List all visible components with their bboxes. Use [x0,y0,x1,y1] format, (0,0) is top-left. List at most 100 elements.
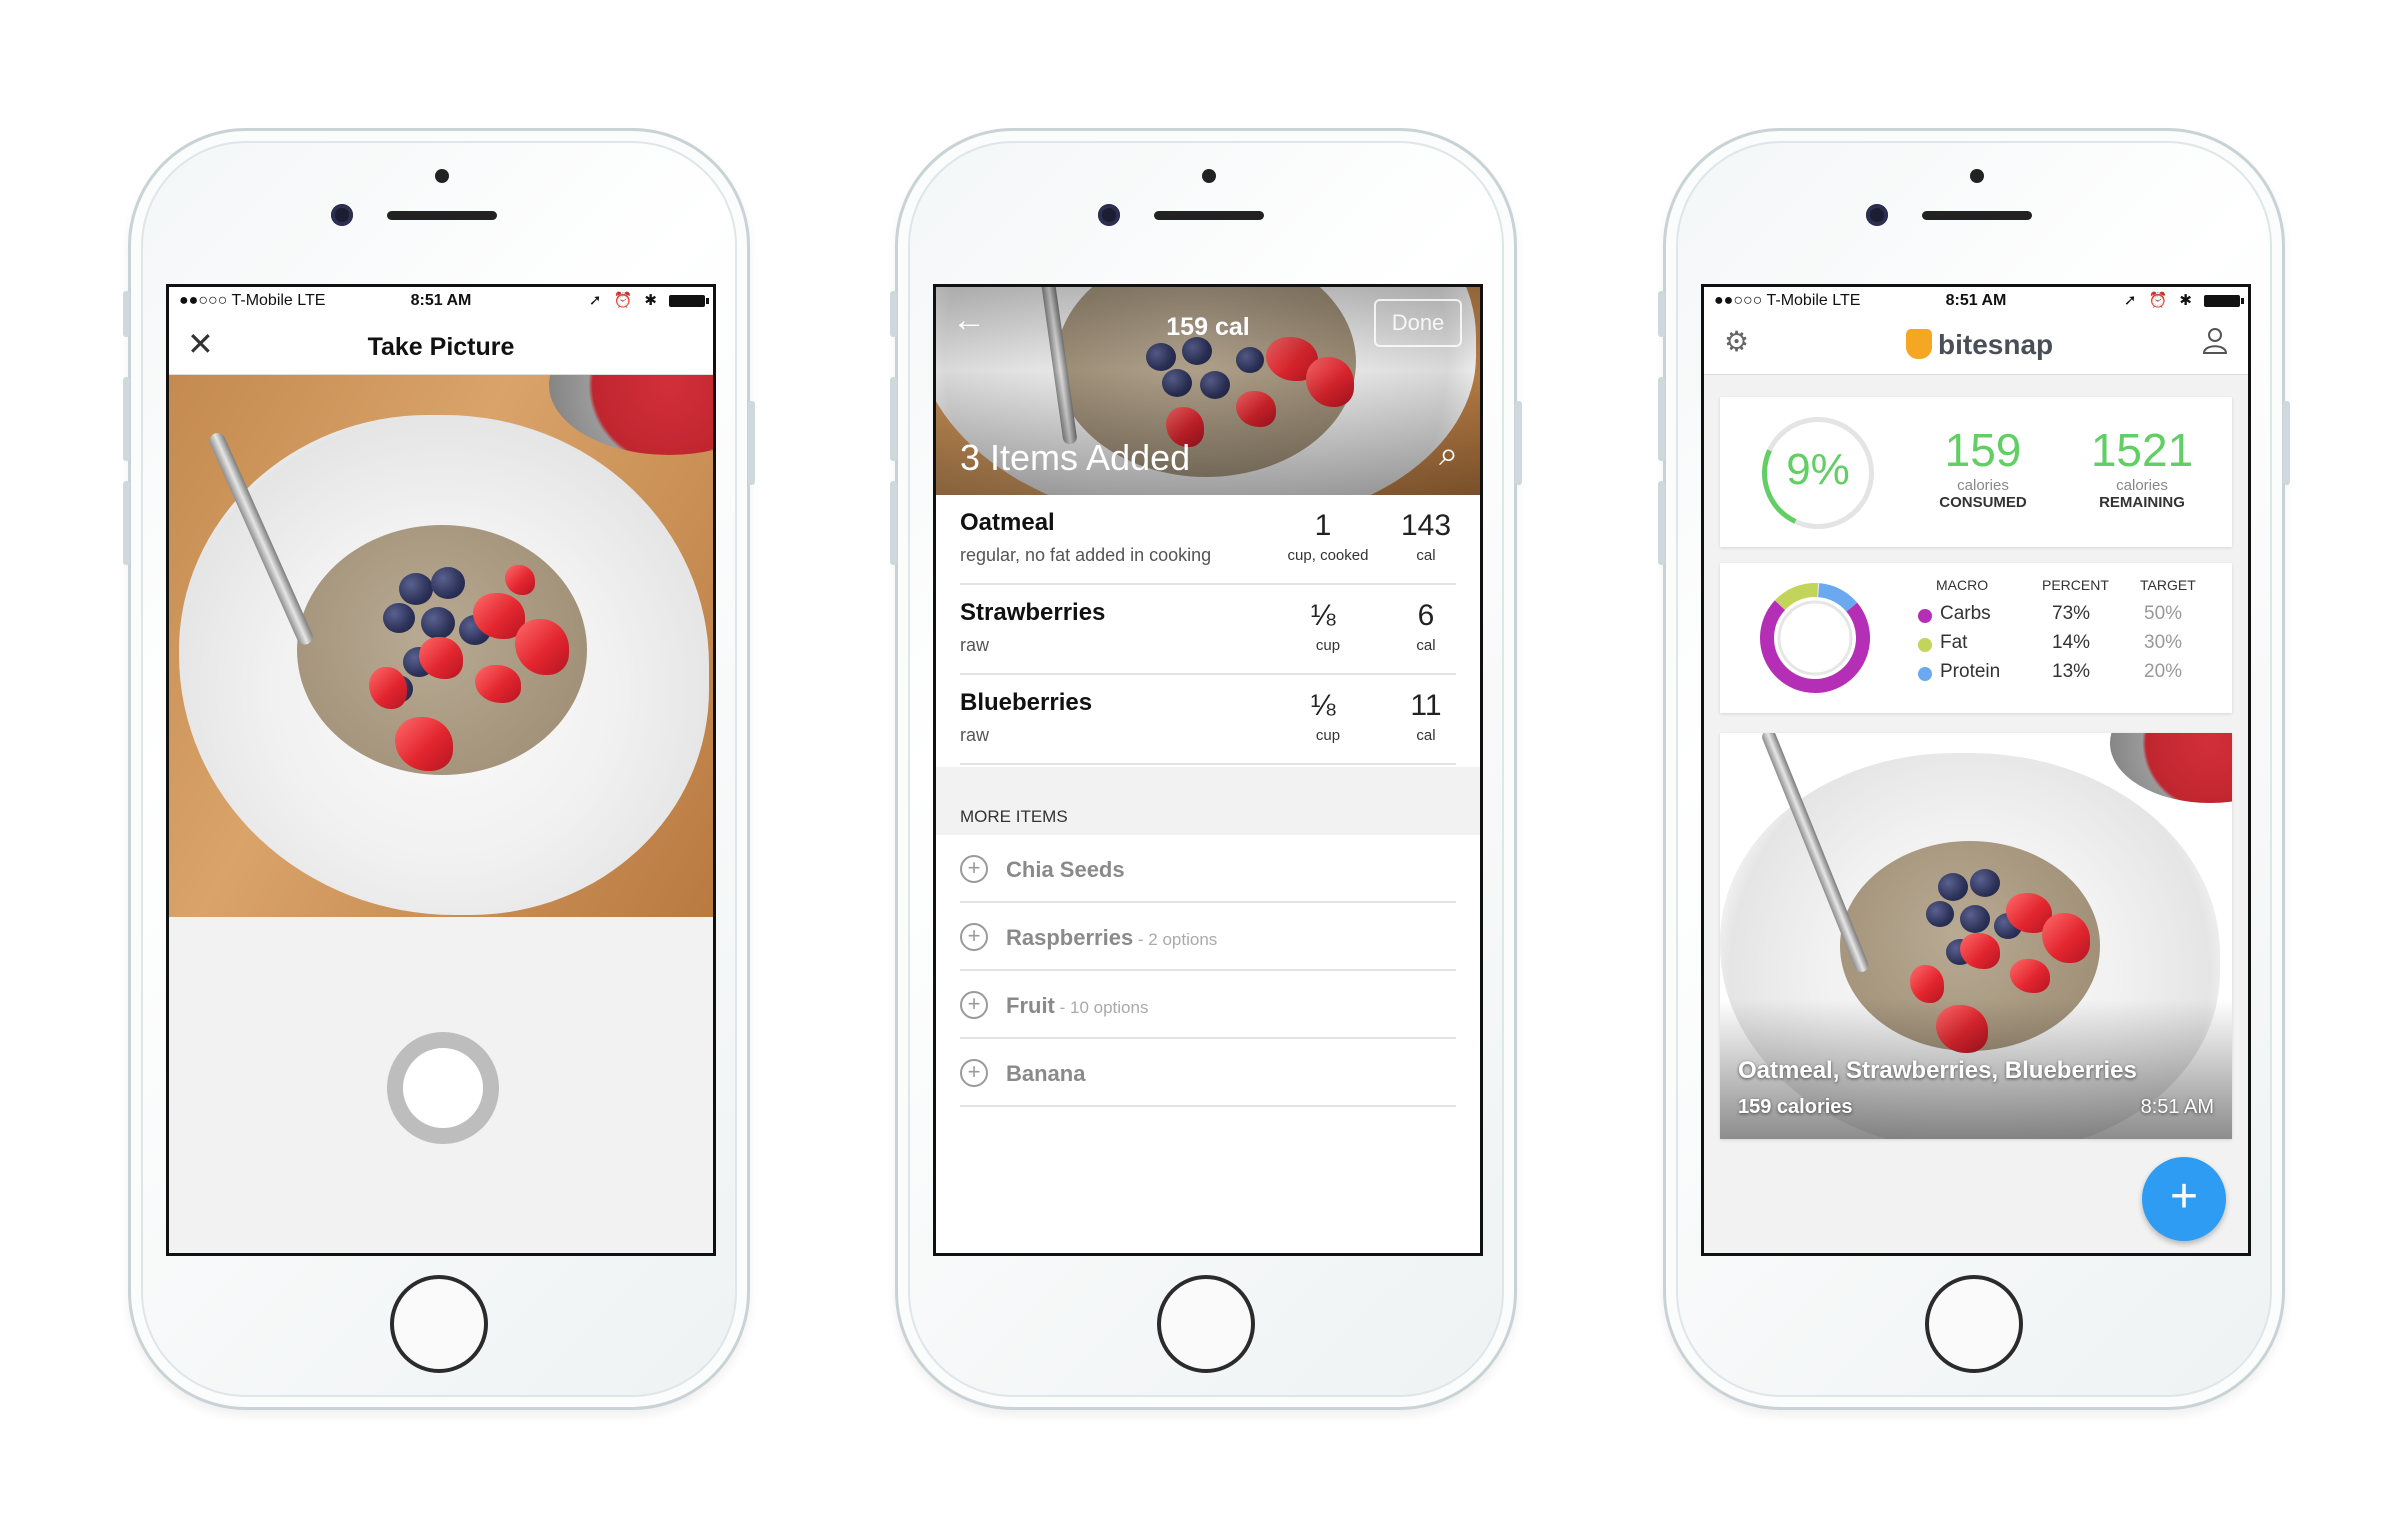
side-button [123,291,130,337]
suggestion-label: Banana [1006,1061,1085,1087]
macro-percent: 13% [2052,661,2091,682]
phone-dashboard: ●●○○○ T-Mobile LTE 8:51 AM ➚ ⏰ ✱ ⚙ bites… [1658,128,2290,1410]
add-circle-icon[interactable]: + [960,991,988,1019]
search-icon[interactable]: ⌕ [1439,435,1458,474]
phone-take-picture: ●●○○○ T-Mobile LTE 8:51 AM ➚ ⏰ ✱ ✕ Take … [123,128,755,1410]
list-item[interactable]: Strawberries raw ⅛ cup 6 cal [960,585,1456,675]
list-item[interactable]: Blueberries raw ⅛ cup 11 cal [960,675,1456,765]
proximity-sensor [1202,169,1216,183]
suggestion-label: Fruit - 10 options [1006,993,1148,1019]
item-unit: cup [1315,727,1341,744]
suggestion-name: Banana [1006,1061,1086,1086]
front-camera [1098,204,1120,226]
item-calories: 143 [1400,509,1452,542]
shutter-button[interactable] [387,1032,499,1144]
blueberry [1926,901,1954,927]
volume-down-button [890,481,897,565]
meal-calories: 159 calories [1738,1096,1853,1118]
bitesnap-logo-icon [1906,329,1932,359]
earpiece-speaker [1922,211,2032,220]
list-item[interactable]: + Banana [960,1039,1456,1107]
front-camera [331,204,353,226]
consumed-value: 159 [1944,424,2022,476]
added-items-list: Oatmeal regular, no fat added in cooking… [936,495,1480,767]
item-calories: 6 [1417,599,1435,632]
camera-preview [169,375,713,917]
blueberry [383,603,415,633]
calorie-summary-card: 9% 159 calories CONSUMED 1521 calories R… [1720,397,2232,547]
meal-title: Oatmeal, Strawberries, Blueberries [1738,1057,2137,1084]
macro-row-fat: Fat 14% 30% [1918,632,2218,660]
status-bar: ●●○○○ T-Mobile LTE 8:51 AM ➚ ⏰ ✱ [169,287,713,313]
item-unit: cup [1315,637,1341,654]
status-bar: ●●○○○ T-Mobile LTE 8:51 AM ➚ ⏰ ✱ [1704,287,2248,313]
nav-bar: ⚙ bitesnap [1704,313,2248,375]
items-added-title: 3 Items Added [960,437,1191,478]
macro-percent: 73% [2052,603,2091,624]
macro-name: Protein [1940,661,2001,682]
fat-dot [1918,638,1932,652]
suggestion-name: Raspberries [1006,925,1134,950]
suggestion-options: - 10 options [1054,998,1149,1017]
battery-icon [669,295,709,307]
volume-up-button [123,377,130,461]
done-button[interactable]: Done [1374,299,1462,347]
power-button [748,401,755,485]
item-description: raw [960,725,990,745]
suggestion-name: Chia Seeds [1006,857,1125,882]
gear-icon[interactable]: ⚙ [1724,325,1749,358]
battery-icon [2204,295,2244,307]
item-calories-unit: cal [1416,637,1436,654]
list-item[interactable]: + Raspberries - 2 options [960,903,1456,971]
list-item[interactable]: + Fruit - 10 options [960,971,1456,1039]
page-title: Take Picture [367,333,515,361]
more-items-list: + Chia Seeds + Raspberries - 2 options +… [936,835,1480,1253]
macro-target: 20% [2144,661,2183,682]
item-calories: 11 [1410,689,1442,722]
remaining-label: REMAINING [2099,494,2185,511]
meal-card[interactable]: Oatmeal, Strawberries, Blueberries 159 c… [1720,733,2232,1139]
list-item[interactable]: Oatmeal regular, no fat added in cooking… [960,495,1456,585]
macro-name: Fat [1940,632,1968,653]
proximity-sensor [435,169,449,183]
item-quantity[interactable]: 1 [1278,509,1368,543]
home-button[interactable] [390,1275,488,1373]
macro-row-carbs: Carbs 73% 50% [1918,603,2218,631]
add-circle-icon[interactable]: + [960,923,988,951]
macro-name: Carbs [1940,603,1991,624]
add-circle-icon[interactable]: + [960,855,988,883]
item-name: Blueberries [960,689,1093,716]
item-quantity[interactable]: ⅛ [1278,689,1368,723]
blueberry [399,573,433,605]
item-description: raw [960,635,990,655]
phone-items-added: ← 159 cal Done 3 Items Added ⌕ Oatmeal r… [890,128,1522,1410]
user-icon[interactable] [2200,325,2230,362]
home-button[interactable] [1157,1275,1255,1373]
remaining-caption: calories [2116,477,2168,494]
blueberry [1970,869,2000,897]
earpiece-speaker [387,211,497,220]
list-item[interactable]: + Chia Seeds [960,835,1456,903]
add-meal-button[interactable]: + [2142,1157,2226,1241]
screen: ← 159 cal Done 3 Items Added ⌕ Oatmeal r… [933,284,1483,1256]
volume-up-button [1658,377,1665,461]
item-name: Oatmeal [960,509,1055,536]
status-icons: ➚ ⏰ ✱ [588,292,661,309]
brand-name: bitesnap [1938,329,2054,360]
home-button[interactable] [1925,1275,2023,1373]
status-icons: ➚ ⏰ ✱ [2123,292,2196,309]
item-quantity[interactable]: ⅛ [1278,599,1368,633]
add-circle-icon[interactable]: + [960,1059,988,1087]
macro-percent: 14% [2052,632,2091,653]
item-name: Strawberries [960,599,1106,626]
macro-target: 30% [2144,632,2183,653]
earpiece-speaker [1154,211,1264,220]
power-button [1515,401,1522,485]
volume-down-button [123,481,130,565]
suggestion-label: Chia Seeds [1006,857,1125,883]
macro-row-protein: Protein 13% 20% [1918,661,2218,689]
percent-header: PERCENT [2042,577,2109,593]
macro-card: MACRO PERCENT TARGET Carbs 73% 50% Fat 1… [1720,563,2232,713]
target-header: TARGET [2140,577,2196,593]
protein-dot [1918,667,1932,681]
